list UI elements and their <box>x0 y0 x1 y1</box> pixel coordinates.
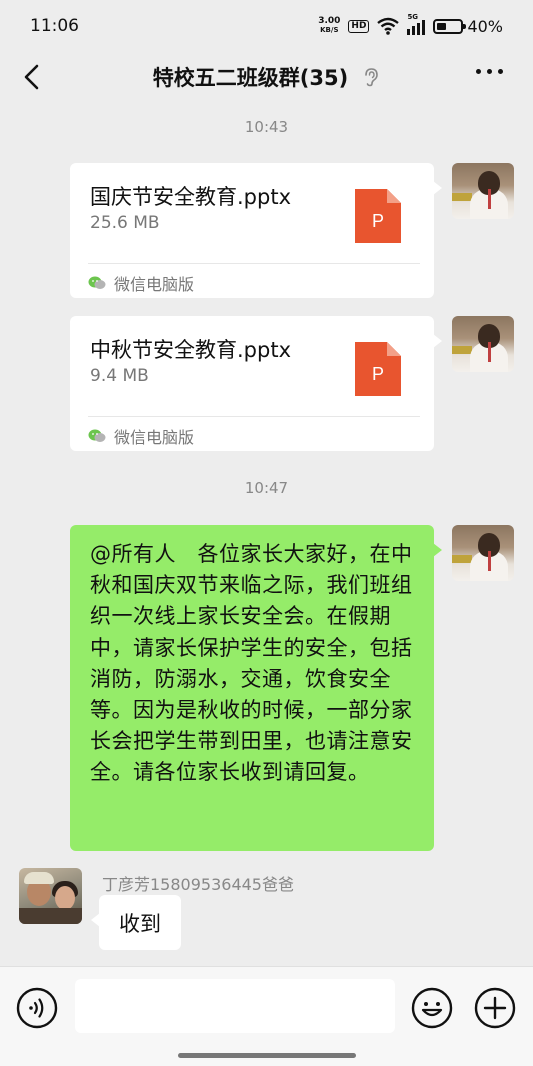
file-source: 微信电脑版 <box>88 271 194 295</box>
hd-badge: HD <box>348 19 370 33</box>
my-avatar[interactable] <box>452 316 514 372</box>
plus-icon[interactable] <box>474 987 516 1029</box>
announcement-text: @所有人 各位家长大家好，在中秋和国庆双节来临之际，我们班组织一次线上家长安全会… <box>90 542 413 785</box>
net-speed: 3.00 KB/S <box>318 17 340 35</box>
sender-name: 丁彦芳15809536445爸爸 <box>102 875 294 894</box>
divider <box>88 416 420 417</box>
ppt-icon-letter: P <box>372 364 384 384</box>
file-size: 9.4 MB <box>90 366 149 386</box>
file-message-card[interactable]: 国庆节安全教育.pptx 25.6 MB P 微信电脑版 <box>70 163 442 298</box>
battery-level <box>437 22 447 30</box>
chat-title: 特校五二班级群(35) <box>152 66 349 90</box>
message-input[interactable] <box>75 979 395 1033</box>
my-avatar[interactable] <box>452 163 514 219</box>
file-name: 中秋节安全教育.pptx <box>90 338 291 362</box>
reply-text: 收到 <box>119 911 161 936</box>
wechat-icon <box>88 429 106 442</box>
wechat-icon <box>88 276 106 289</box>
ppt-icon-letter: P <box>372 211 384 231</box>
back-arrow-icon[interactable] <box>18 62 48 92</box>
status-bar: 11:06 3.00 KB/S HD 5G 40% <box>0 0 533 52</box>
chat-header: 特校五二班级群(35) <box>0 52 533 102</box>
input-bar <box>0 966 533 1066</box>
message-timestamp: 10:47 <box>244 479 289 497</box>
battery-icon <box>433 18 467 34</box>
file-message-card[interactable]: 中秋节安全教育.pptx 9.4 MB P 微信电脑版 <box>70 316 442 451</box>
home-indicator[interactable] <box>178 1053 356 1058</box>
file-source-label: 微信电脑版 <box>114 275 195 294</box>
voice-icon[interactable] <box>16 987 58 1029</box>
file-source: 微信电脑版 <box>88 424 194 448</box>
message-timestamp: 10:43 <box>244 118 289 136</box>
file-size: 25.6 MB <box>90 213 160 233</box>
status-indicators: 3.00 KB/S HD 5G 40% <box>318 13 503 36</box>
battery: 40% <box>433 17 503 36</box>
status-time: 11:06 <box>30 16 79 36</box>
ppt-file-icon: P <box>355 189 401 243</box>
signal-label: 5G <box>407 13 419 21</box>
sender-avatar[interactable] <box>19 868 82 924</box>
signal-icon: 5G <box>407 13 426 35</box>
net-speed-unit: KB/S <box>320 26 339 34</box>
more-icon[interactable] <box>476 69 503 74</box>
received-text-bubble[interactable]: 收到 <box>91 895 181 950</box>
file-source-label: 微信电脑版 <box>114 428 195 447</box>
emoji-icon[interactable] <box>411 987 453 1029</box>
chat-title-group: 特校五二班级群(35) <box>153 62 380 92</box>
my-avatar[interactable] <box>452 525 514 581</box>
battery-percent: 40% <box>467 16 503 36</box>
ear-icon <box>365 68 379 87</box>
sent-text-bubble[interactable]: @所有人 各位家长大家好，在中秋和国庆双节来临之际，我们班组织一次线上家长安全会… <box>70 525 442 851</box>
ppt-file-icon: P <box>355 342 401 396</box>
wifi-icon <box>377 17 400 35</box>
net-speed-value: 3.00 <box>318 16 341 26</box>
divider <box>88 263 420 264</box>
file-name: 国庆节安全教育.pptx <box>90 185 291 209</box>
